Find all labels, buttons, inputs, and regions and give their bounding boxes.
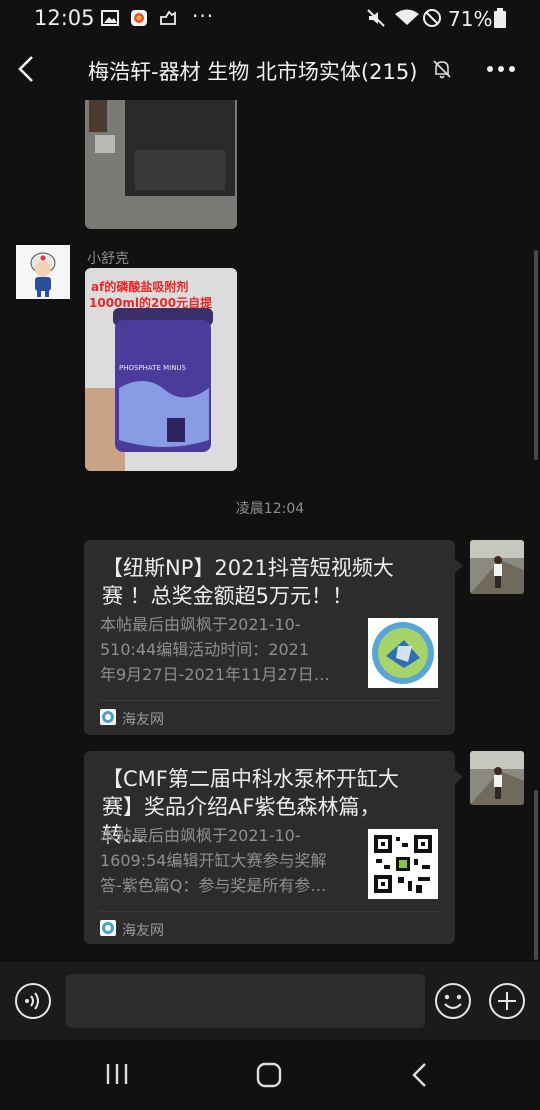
link-description: 年9月27日-2021年11月27日… xyxy=(100,665,330,684)
emoji-icon[interactable] xyxy=(434,982,472,1020)
avatar-image xyxy=(470,751,524,805)
link-source: 海友网 xyxy=(122,923,164,939)
link-description: 答-紫色篇Q：参与奖是所有参… xyxy=(100,876,327,895)
link-thumbnail xyxy=(368,829,438,899)
chat-area[interactable]: 小舒克 af的磷酸盐吸附剂 1000ml的200元自提 PHOSPHATE MI… xyxy=(0,100,540,962)
link-description: 510:44编辑活动时间：2021 xyxy=(100,640,310,659)
source-logo-icon xyxy=(100,709,116,725)
image-text: 1000ml的200元自提 xyxy=(89,296,213,310)
photo-image xyxy=(85,100,237,229)
link-source: 海友网 xyxy=(122,712,164,728)
plus-icon[interactable] xyxy=(488,982,526,1020)
link-description: 1609:54编辑开缸大赛参与奖解 xyxy=(100,851,327,870)
qr-code-image xyxy=(368,829,438,899)
recent-apps-icon[interactable] xyxy=(104,1062,130,1086)
avatar[interactable] xyxy=(470,540,524,594)
link-description: 本帖最后由飒枫于2021-10- xyxy=(100,615,301,634)
source-logo-icon xyxy=(100,920,116,936)
image-message[interactable] xyxy=(85,100,237,229)
back-arrow-icon[interactable] xyxy=(14,54,40,84)
home-icon[interactable] xyxy=(256,1062,282,1088)
scrollbar[interactable] xyxy=(534,790,538,960)
avatar-image xyxy=(16,245,70,299)
mute-icon xyxy=(367,9,385,27)
link-description: 本帖最后由飒枫于2021-10- xyxy=(100,826,301,845)
link-title: 【纽斯NP】2021抖音短视频大 xyxy=(102,556,394,580)
link-thumbnail xyxy=(368,618,438,688)
scrollbar[interactable] xyxy=(534,250,538,460)
status-bar: 12:05 ··· 71% xyxy=(0,0,540,38)
message-input[interactable] xyxy=(66,974,425,1028)
product-label: PHOSPHATE MINUS xyxy=(119,364,186,372)
app-icon xyxy=(131,10,147,26)
chat-header: 梅浩轩-器材 生物 北市场实体(215) xyxy=(0,38,540,100)
chat-title: 梅浩轩-器材 生物 北市场实体(215) xyxy=(88,60,418,84)
battery-icon xyxy=(494,8,506,28)
system-nav-bar xyxy=(0,1040,540,1110)
more-dots-icon: ··· xyxy=(192,4,215,28)
avatar[interactable] xyxy=(16,245,70,299)
timestamp: 凌晨12:04 xyxy=(235,501,305,517)
link-title: 赛 ！总奖金额超5万元！！ xyxy=(102,584,354,608)
wifi-icon xyxy=(395,9,419,25)
more-horizontal-icon[interactable] xyxy=(486,64,516,74)
image-text: af的磷酸盐吸附剂 xyxy=(91,280,189,294)
site-logo-image xyxy=(372,622,434,684)
input-bar xyxy=(0,962,540,1040)
share-icon xyxy=(160,10,176,25)
status-time: 12:05 xyxy=(34,6,95,30)
battery-percent: 71% xyxy=(448,7,493,31)
image-message[interactable]: af的磷酸盐吸附剂 1000ml的200元自提 PHOSPHATE MINUS xyxy=(85,268,237,471)
gallery-icon xyxy=(101,10,119,26)
sender-name: 小舒克 xyxy=(87,251,129,267)
bell-off-icon xyxy=(433,60,451,79)
back-nav-icon[interactable] xyxy=(410,1062,430,1088)
link-card[interactable]: 【CMF第二届中科水泵杯开缸大 赛】奖品介绍AF紫色森林篇，转… 本帖最后由飒枫… xyxy=(84,751,463,944)
link-card[interactable]: 【纽斯NP】2021抖音短视频大 赛 ！总奖金额超5万元！！ 本帖最后由飒枫于2… xyxy=(84,540,463,735)
link-title: 【CMF第二届中科水泵杯开缸大 xyxy=(102,767,399,791)
avatar-image xyxy=(470,540,524,594)
avatar[interactable] xyxy=(470,751,524,805)
voice-icon[interactable] xyxy=(14,982,52,1020)
dnd-icon xyxy=(423,9,441,27)
